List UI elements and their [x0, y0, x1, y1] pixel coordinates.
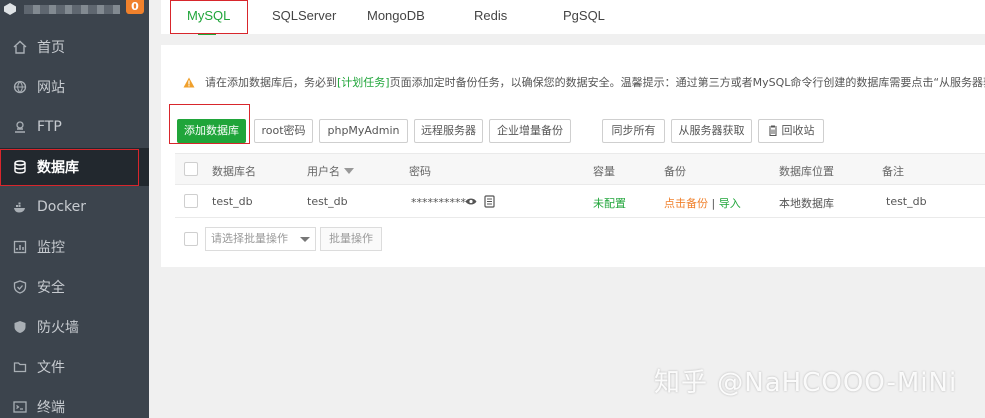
chevron-down-icon: [300, 237, 310, 242]
eye-icon[interactable]: [465, 197, 477, 206]
sidebar-item-website[interactable]: 网站: [0, 68, 149, 106]
table-row: test_db test_db ********** 未配置 点击备份 | 导入…: [175, 185, 985, 218]
row-username: test_db: [307, 195, 348, 208]
sidebar-item-label: 防火墙: [37, 320, 79, 336]
terminal-icon: [13, 401, 27, 413]
sidebar-item-firewall[interactable]: 防火墙: [0, 308, 149, 346]
sidebar-item-label: 文件: [37, 360, 65, 376]
sidebar-item-label: 首页: [37, 40, 65, 56]
row-password: **********: [411, 196, 466, 209]
sidebar-item-label: Docker: [37, 199, 87, 215]
batch-operation-button[interactable]: 批量操作: [320, 227, 382, 251]
tab-sqlserver[interactable]: SQLServer: [272, 0, 336, 34]
recycle-bin-button[interactable]: 回收站: [758, 119, 824, 143]
tab-redis[interactable]: Redis: [474, 0, 507, 34]
sidebar-item-label: 网站: [37, 80, 65, 96]
sidebar-item-security[interactable]: 安全: [0, 268, 149, 306]
backup-warning: 请在添加数据库后，务必到[计划任务]页面添加定时备份任务，以确保您的数据安全。温…: [183, 76, 985, 90]
sidebar-item-label: 终端: [37, 400, 65, 416]
backup-separator: |: [711, 197, 716, 210]
sidebar-item-terminal[interactable]: 终端: [0, 388, 149, 418]
active-tab-indicator: [198, 33, 216, 35]
row-database-name: test_db: [212, 195, 253, 208]
root-password-button[interactable]: root密码: [254, 119, 313, 143]
shield-icon: [13, 280, 27, 294]
home-icon: [13, 40, 27, 54]
header-location: 数据库位置: [779, 165, 834, 178]
notification-badge[interactable]: 0: [126, 0, 144, 14]
sidebar-item-files[interactable]: 文件: [0, 348, 149, 386]
remote-server-button[interactable]: 远程服务器: [414, 119, 483, 143]
monitor-icon: [13, 240, 27, 254]
batch-operation-select[interactable]: 请选择批量操作: [205, 227, 316, 251]
panel-logo-icon: [4, 3, 16, 15]
header-username-label: 用户名: [307, 165, 340, 178]
batch-select-checkbox[interactable]: [184, 232, 198, 246]
sidebar-header: 0: [0, 0, 149, 22]
recycle-bin-label: 回收站: [781, 124, 815, 137]
firewall-icon: [14, 321, 26, 333]
globe-icon: [13, 80, 27, 94]
cron-task-link[interactable]: [计划任务]: [337, 76, 390, 89]
row-remark[interactable]: test_db: [886, 195, 927, 208]
row-location: 本地数据库: [779, 197, 834, 210]
sidebar-item-label: 安全: [37, 280, 65, 296]
select-all-checkbox[interactable]: [184, 162, 198, 176]
table-header: 数据库名 用户名 密码 容量 备份 数据库位置 备注: [175, 153, 985, 185]
database-type-tabs: MySQL SQLServer MongoDB Redis PgSQL: [161, 0, 985, 34]
sidebar-item-database[interactable]: 数据库: [0, 148, 149, 186]
blurred-host-name: [24, 5, 120, 14]
sidebar: 0 首页 网站 FTP 数据库 Docker 监控 安全 防火墙 文件 终端: [0, 0, 149, 418]
sidebar-item-label: 数据库: [37, 160, 79, 176]
sort-down-icon: [343, 168, 354, 174]
warning-text-after: 页面添加定时备份任务，以确保您的数据安全。温馨提示：通过第三方或者MySQL命令…: [389, 76, 985, 89]
sync-all-button[interactable]: 同步所有: [602, 119, 665, 143]
header-password: 密码: [409, 165, 431, 178]
header-backup: 备份: [664, 165, 686, 178]
tab-pgsql[interactable]: PgSQL: [563, 0, 605, 34]
warning-text-before: 请在添加数据库后，务必到: [205, 76, 337, 89]
folder-icon: [13, 362, 27, 373]
add-database-button[interactable]: 添加数据库: [177, 119, 246, 143]
sidebar-item-label: FTP: [37, 119, 62, 135]
header-capacity: 容量: [593, 165, 615, 178]
sidebar-item-docker[interactable]: Docker: [0, 188, 149, 226]
sidebar-item-monitor[interactable]: 监控: [0, 228, 149, 266]
header-remark: 备注: [882, 165, 904, 178]
ftp-icon: [15, 121, 25, 133]
trash-icon: [768, 125, 777, 136]
row-checkbox[interactable]: [184, 194, 198, 208]
row-capacity-status[interactable]: 未配置: [593, 195, 626, 211]
sidebar-item-ftp[interactable]: FTP: [0, 108, 149, 146]
warning-icon: [183, 77, 195, 88]
row-backup-actions: 点击备份 | 导入: [664, 195, 741, 211]
enterprise-backup-button[interactable]: 企业增量备份: [489, 119, 571, 143]
header-username[interactable]: 用户名: [307, 163, 354, 179]
docker-icon: [14, 202, 25, 213]
tab-mysql[interactable]: MySQL: [187, 0, 230, 34]
header-database-name[interactable]: 数据库名: [212, 163, 256, 179]
fetch-from-server-button[interactable]: 从服务器获取: [671, 119, 752, 143]
phpmyadmin-button[interactable]: phpMyAdmin: [319, 119, 408, 143]
batch-select-placeholder: 请选择批量操作: [211, 232, 288, 245]
sidebar-item-label: 监控: [37, 240, 65, 256]
copy-icon[interactable]: [484, 195, 495, 208]
database-icon: [14, 160, 26, 174]
watermark: 知乎 @NaHCOOO-MiNi: [654, 368, 958, 398]
sidebar-item-home[interactable]: 首页: [0, 28, 149, 66]
import-link[interactable]: 导入: [719, 197, 741, 210]
backup-now-link[interactable]: 点击备份: [664, 197, 708, 210]
tab-mongodb[interactable]: MongoDB: [367, 0, 425, 34]
